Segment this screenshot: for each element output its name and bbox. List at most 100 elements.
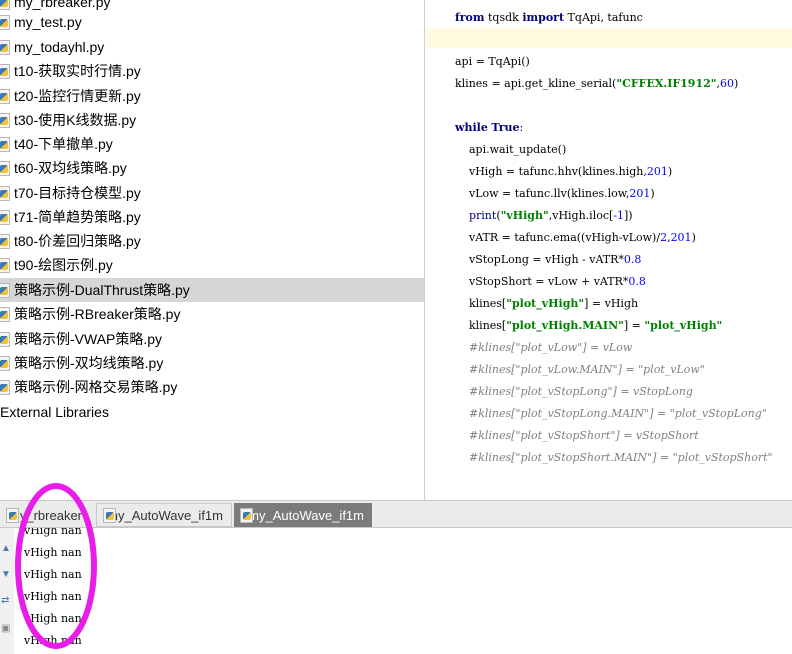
python-file-icon [0, 257, 11, 273]
tree-file-label: 策略示例-DualThrust策略.py [14, 282, 190, 298]
python-file-icon [0, 185, 11, 201]
python-file-icon [0, 88, 11, 104]
code-line: #klines["plot_vLow"] = vLow [455, 340, 632, 356]
tree-file-item[interactable]: 策略示例-VWAP策略.py [0, 327, 424, 351]
tree-file-item[interactable]: 策略示例-网格交易策略.py [0, 375, 424, 399]
tree-file-label: t40-下单撤单.py [14, 136, 113, 152]
tree-file-label: 策略示例-网格交易策略.py [14, 379, 178, 395]
python-file-icon [0, 379, 11, 395]
code-token: "plot_vHigh.MAIN" [506, 319, 624, 332]
run-tab-my-autowave-1[interactable]: my_AutoWave_if1m [96, 503, 232, 527]
code-token: vStopShort = vLow + vATR* [455, 275, 629, 288]
code-token: ) [691, 231, 696, 244]
code-token: 60 [720, 77, 734, 90]
tree-file-item[interactable]: t90-绘图示例.py [0, 253, 424, 277]
code-line: #klines["plot_vStopShort.MAIN"] = "plot_… [455, 450, 773, 466]
tree-file-label: 策略示例-VWAP策略.py [14, 331, 163, 347]
code-token: ,vHigh.iloc[ [548, 209, 614, 222]
tree-file-item[interactable]: t20-监控行情更新.py [0, 84, 424, 108]
python-file-icon [0, 0, 11, 10]
tree-file-label: t80-价差回归策略.py [14, 233, 141, 249]
python-file-icon [0, 306, 11, 322]
python-file-icon [0, 233, 11, 249]
tree-file-item[interactable]: 策略示例-DualThrust策略.py [0, 278, 424, 302]
wrap-icon[interactable]: ⇄ [1, 596, 11, 606]
python-file-icon [0, 209, 11, 225]
console-output-line: vHigh nan [24, 568, 82, 581]
code-token: ] = vHigh [584, 297, 639, 310]
code-token: while [455, 121, 488, 134]
tree-file-label: my_todayhl.py [14, 39, 105, 55]
tree-file-label: my_test.py [14, 14, 82, 30]
python-file-icon [0, 160, 11, 176]
code-token: vATR = tafunc.ema((vHigh-vLow)/ [455, 231, 661, 244]
python-file-icon [0, 63, 11, 79]
external-libraries-item[interactable]: External Libraries [0, 400, 109, 424]
tree-file-item[interactable]: 策略示例-双均线策略.py [0, 351, 424, 375]
tree-file-item[interactable]: t80-价差回归策略.py [0, 229, 424, 253]
tree-file-item[interactable]: my_test.py [0, 10, 424, 34]
tree-file-label: t30-使用K线数据.py [14, 112, 137, 128]
console-output-line: vHigh nan [24, 590, 82, 603]
python-file-icon [0, 112, 11, 128]
code-token: True [491, 121, 520, 134]
code-line: vStopShort = vLow + vATR*0.8 [455, 274, 646, 290]
tree-file-item[interactable]: 策略示例-RBreaker策略.py [0, 302, 424, 326]
tree-file-label: my_rbreaker.py [14, 0, 111, 10]
tree-file-item[interactable]: my_todayhl.py [0, 35, 424, 59]
python-file-icon [0, 282, 11, 298]
run-tab-my-autowave-2[interactable]: my_AutoWave_if1m [234, 503, 372, 527]
python-file-icon [0, 14, 11, 30]
code-token: -1 [613, 209, 625, 222]
code-editor[interactable]: from tqsdk import TqApi, tafunc api = TqA… [425, 0, 792, 500]
tree-file-label: 策略示例-RBreaker策略.py [14, 306, 181, 322]
rerun-icon[interactable]: ▲ [1, 544, 11, 554]
python-file-icon [103, 507, 119, 523]
code-token: vLow = tafunc.llv(klines.low, [455, 187, 630, 200]
code-token: print [455, 209, 497, 222]
tree-file-label: 策略示例-双均线策略.py [14, 355, 164, 371]
code-token: ) [650, 187, 655, 200]
code-token: 2 [660, 231, 668, 244]
code-token: 0.8 [623, 253, 642, 266]
code-line: #klines["plot_vStopLong"] = vStopLong [455, 384, 693, 400]
code-token: ] = [623, 319, 645, 332]
run-console[interactable]: ▲ ▼ ⇄ ▣ vHigh nan vHigh nan vHigh nan vHigh… [0, 528, 792, 654]
caret-line-highlight [425, 28, 792, 48]
code-token: api.wait_update() [455, 143, 567, 156]
tree-file-label: t10-获取实时行情.py [14, 63, 141, 79]
code-token: #klines["plot_vLow.MAIN"] = "plot_vLow" [455, 363, 705, 376]
pin-icon[interactable]: ▣ [1, 624, 11, 634]
code-line: vLow = tafunc.llv(klines.low,201) [455, 186, 655, 202]
code-token: #klines["plot_vStopLong"] = vStopLong [455, 385, 693, 398]
code-token: "vHigh" [500, 209, 549, 222]
code-token: : [519, 121, 524, 134]
tree-file-item[interactable]: t70-目标持仓模型.py [0, 181, 424, 205]
python-file-icon [0, 355, 11, 371]
tree-file-item[interactable]: t30-使用K线数据.py [0, 108, 424, 132]
project-tree: my_rbreaker.py my_test.py my_todayhl.py t10… [0, 0, 425, 500]
console-output-line: vHigh nan [24, 546, 82, 559]
code-line: while True: [455, 120, 523, 136]
tree-file-label: t71-简单趋势策略.py [14, 209, 141, 225]
tree-file-label: t20-监控行情更新.py [14, 88, 141, 104]
code-line: #klines["plot_vStopShort"] = vStopShort [455, 428, 699, 444]
run-tab-my-rbreaker[interactable]: my_rbreaker [0, 503, 90, 527]
code-token: TqApi, tafunc [564, 11, 643, 24]
python-file-icon [0, 39, 11, 55]
code-token: 201 [670, 231, 692, 244]
code-line: #klines["plot_vLow.MAIN"] = "plot_vLow" [455, 362, 705, 378]
tree-file-item[interactable]: t10-获取实时行情.py [0, 59, 424, 83]
console-output-line: vHigh nan [24, 634, 82, 647]
code-line: api.wait_update() [455, 142, 566, 158]
code-line: klines["plot_vHigh.MAIN"] = "plot_vHigh" [455, 318, 722, 334]
code-token: tqsdk [484, 11, 523, 24]
run-tab-bar: my_rbreaker my_AutoWave_if1m my_AutoWave… [0, 500, 792, 528]
tree-file-item[interactable]: t71-简单趋势策略.py [0, 205, 424, 229]
code-line: klines["plot_vHigh"] = vHigh [455, 296, 638, 312]
tree-file-item[interactable]: t40-下单撤单.py [0, 132, 424, 156]
python-file-icon [0, 331, 11, 347]
tree-file-item[interactable]: t60-双均线策略.py [0, 156, 424, 180]
stop-icon[interactable]: ▼ [1, 570, 11, 580]
run-tab-label: my_AutoWave_if1m [248, 507, 364, 523]
